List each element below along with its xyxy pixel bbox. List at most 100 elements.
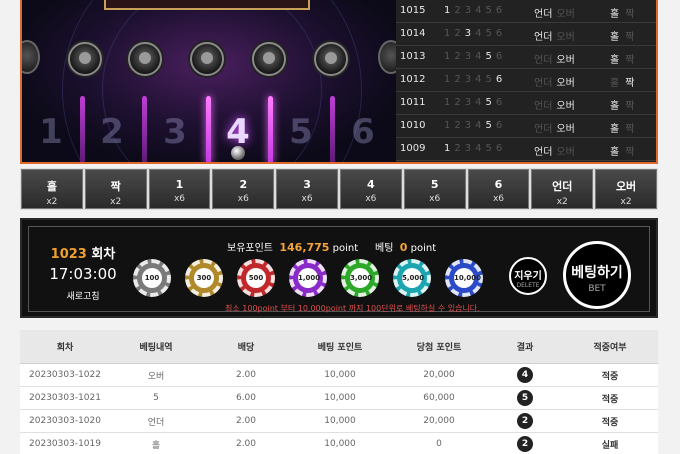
slot-number: 1 [39, 112, 63, 152]
round-number-value: 1023 [50, 247, 87, 262]
chip-value: 5,000 [402, 268, 424, 288]
table-header-cell: 배당 [237, 343, 255, 353]
bet-option-label: 5 [430, 178, 439, 191]
table-row: 20230303-1022 오버 2.00 10,000 20,000 4 적중 [20, 364, 658, 387]
history-digit: 6 [495, 28, 503, 39]
history-digit: 4 [475, 5, 482, 16]
slot-number: 3 [163, 112, 187, 152]
peg-knob [190, 42, 224, 76]
game-board: 1 2 3 4 5 6 [20, 0, 396, 164]
bet-label: 베팅 [375, 243, 394, 254]
bet-notice: 최소 100point 부터 10,000point 까지 100단위로 베팅하… [225, 304, 480, 313]
bet-readout: 베팅 0 point [375, 239, 436, 254]
chip-5000[interactable]: 5,000 [393, 259, 431, 297]
table-cell: 2 [488, 413, 562, 429]
history-digit: 4 [475, 74, 482, 85]
history-row: 1014 1 2 3 4 5 6 언더 오버 홀 짝 [396, 23, 656, 46]
history-digits: 123456 [444, 5, 506, 16]
table-cell: 실패 [601, 440, 619, 451]
history-odd-even: 홀짝 [610, 5, 640, 20]
history-digit: 1 [444, 97, 451, 108]
delete-button[interactable]: 지우기 DELETE [509, 257, 547, 295]
history-round: 1014 [400, 28, 426, 39]
history-digit: 6 [495, 97, 503, 108]
history-digit: 1 [444, 51, 451, 62]
history-under: 언더 [534, 124, 553, 135]
history-under-over: 언더 오버 [534, 28, 579, 43]
table-cell: 20230303-1021 [29, 393, 101, 403]
chip-300[interactable]: 300 [185, 259, 223, 297]
history-under: 언더 [534, 78, 553, 89]
table-header-row: 회차 베팅내역 배당 베팅 포인트 당첨 포인트 결과 적중여부 [20, 330, 658, 364]
history-digit: 2 [454, 74, 461, 85]
history-round: 1011 [400, 97, 426, 108]
chip-1000[interactable]: 1,000 [289, 259, 327, 297]
bet-option[interactable]: 2 x6 [212, 169, 275, 209]
history-odd-even: 홀짝 [610, 28, 640, 43]
history-round: 1013 [400, 51, 426, 62]
bet-option-label: 6 [494, 178, 503, 191]
refresh-button[interactable]: 새로고침 [66, 289, 99, 302]
game-page: 1 2 3 4 5 6 1015 1 2 3 4 5 6 언더 오버 홀 짝 1014 1 2 3 4 5 6 언더… [0, 0, 680, 454]
bet-option[interactable]: 3 x6 [276, 169, 338, 209]
bet-option-label: 언더 [552, 180, 573, 193]
history-digit: 5 [485, 120, 492, 131]
history-under-over: 언더 오버 [534, 51, 579, 66]
result-ball: 2 [517, 413, 533, 429]
chip-100[interactable]: 100 [133, 259, 171, 297]
history-digit: 5 [485, 28, 492, 39]
table-header-cell: 결과 [516, 343, 534, 353]
table-header-cell: 당첨 포인트 [416, 343, 462, 353]
chip-500[interactable]: 500 [237, 259, 275, 297]
bet-option[interactable]: 5 x6 [403, 169, 466, 209]
history-digits: 123456 [444, 120, 506, 131]
history-digit: 5 [485, 5, 492, 16]
history-digits: 123456 [444, 143, 506, 154]
bet-button[interactable]: 베팅하기 BET [563, 241, 631, 309]
delete-label: 지우기 [514, 271, 542, 282]
table-cell: 2.00 [235, 370, 257, 380]
result-history: 1015 1 2 3 4 5 6 언더 오버 홀 짝 1014 1 2 3 4 5 6 언더 오버 홀 짝 1013 1 2 3 4… [396, 0, 658, 164]
bet-option[interactable]: 4 x6 [339, 169, 402, 209]
history-row: 1009 1 2 3 4 5 6 언더 오버 홀 짝 [396, 138, 656, 161]
peg-knob [314, 42, 348, 76]
history-digit: 5 [485, 143, 492, 154]
history-digit: 4 [475, 143, 482, 154]
table-cell: 10,000 [324, 370, 356, 380]
bet-option[interactable]: 홀 x2 [21, 169, 83, 209]
history-digit: 4 [475, 51, 482, 62]
bet-value: 0 [399, 241, 408, 254]
history-digit: 3 [464, 97, 472, 108]
round-clock: 17:03:00 [49, 265, 117, 283]
history-digit: 6 [495, 51, 503, 62]
history-odd-even: 홀짝 [610, 143, 640, 158]
chip-10000[interactable]: 10,000 [445, 259, 483, 297]
bet-option-odds: x2 [110, 197, 122, 207]
bet-option[interactable]: 오버 x2 [595, 169, 657, 209]
bet-option-odds: x6 [365, 194, 377, 204]
betting-panel-frame: 1023 회차 17:03:00 새로고침 보유포인트 146,775 poin… [28, 226, 650, 313]
board-top-frame [104, 0, 310, 10]
history-odd: 홀 [610, 147, 620, 158]
bet-option[interactable]: 짝 x2 [84, 169, 147, 209]
chip-3000[interactable]: 3,000 [341, 259, 379, 297]
bet-option[interactable]: 1 x6 [148, 169, 211, 209]
slot-number: 2 [100, 112, 124, 152]
bet-options: 홀 x2 짝 x2 1 x6 2 x6 3 x6 4 x6 5 x6 6 x6 언더 x2 오버 x2 [20, 168, 658, 210]
table-cell: 20230303-1019 [29, 439, 101, 449]
table-cell: 0 [436, 439, 442, 449]
game-ball [231, 146, 245, 160]
bet-option[interactable]: 6 x6 [467, 169, 530, 209]
history-digit: 1 [444, 143, 451, 154]
table-cell: 적중 [601, 417, 619, 428]
table-cell: 오버 [147, 371, 165, 382]
history-odd-even: 홀짝 [610, 97, 640, 112]
history-even: 짝 [625, 124, 635, 135]
slot-divider [142, 96, 147, 162]
history-row: 1011 1 2 3 4 5 6 언더 오버 홀 짝 [396, 92, 656, 115]
history-digit: 6 [495, 74, 503, 85]
bet-option-odds: x2 [556, 197, 568, 207]
chip-value: 100 [142, 268, 162, 288]
slot-divider-lit [206, 96, 211, 162]
bet-option[interactable]: 언더 x2 [531, 169, 594, 209]
